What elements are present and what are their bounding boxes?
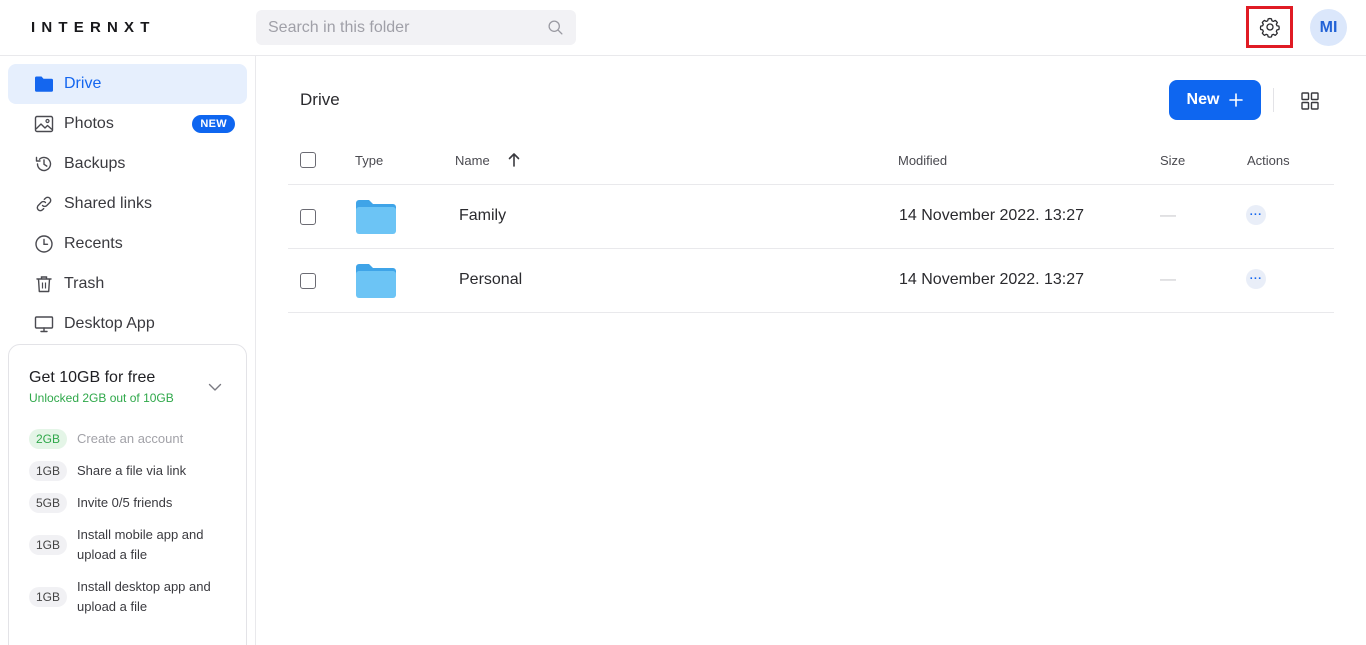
modified-date: 14 November 2022. 13:27 (899, 207, 1085, 224)
arrow-up-icon[interactable] (507, 152, 521, 168)
sidebar-item-label: Recents (64, 235, 123, 252)
settings-button[interactable] (1246, 6, 1293, 48)
task-size-badge: 1GB (29, 535, 68, 555)
sidebar-item-label: Photos (64, 115, 114, 132)
sidebar-item-backups[interactable]: Backups (8, 144, 247, 184)
table-row[interactable]: Personal 14 November 2022. 13:27 — ··· (288, 249, 1334, 313)
column-header-type[interactable]: Type (355, 153, 383, 168)
task-size-badge: 1GB (29, 587, 68, 607)
folder-icon (356, 200, 396, 234)
file-size: — (1160, 271, 1176, 288)
search-input[interactable] (268, 10, 538, 45)
storage-promo-card: Get 10GB for free Unlocked 2GB out of 10… (8, 344, 247, 645)
task-size-badge: 2GB (29, 429, 68, 449)
column-header-actions: Actions (1247, 153, 1290, 168)
sidebar-item-label: Desktop App (64, 315, 155, 332)
clock-icon (34, 234, 54, 254)
grid-view-icon[interactable] (1300, 91, 1320, 111)
breadcrumb[interactable]: Drive (300, 90, 340, 110)
sidebar-item-label: Drive (64, 75, 102, 92)
task-text: Install desktop app and upload a file (77, 579, 211, 614)
app-logo[interactable]: INTERNXT (31, 19, 156, 36)
search-bar[interactable] (256, 10, 576, 45)
main-content: Drive New Type Name Modified Size Action… (256, 56, 1366, 645)
modified-date: 14 November 2022. 13:27 (899, 271, 1085, 288)
sidebar-item-label: Backups (64, 155, 126, 172)
new-badge: NEW (192, 115, 235, 133)
history-icon (34, 154, 54, 174)
task-text: Invite 0/5 friends (77, 495, 173, 510)
top-header: INTERNXT MI (0, 0, 1366, 56)
trash-icon (34, 274, 54, 294)
select-all-checkbox[interactable] (300, 152, 316, 168)
task-text: Share a file via link (77, 463, 187, 478)
row-checkbox[interactable] (300, 273, 316, 289)
task-size-badge: 1GB (29, 461, 68, 481)
sidebar-item-drive[interactable]: Drive (8, 64, 247, 104)
new-button-label: New (1186, 91, 1220, 108)
sidebar: Drive Photos NEW Backups Shared links Re… (0, 56, 256, 645)
sidebar-item-label: Trash (64, 275, 105, 292)
new-button[interactable]: New (1169, 80, 1261, 120)
file-name[interactable]: Personal (459, 271, 522, 289)
column-header-size[interactable]: Size (1160, 153, 1185, 168)
task-text: Install mobile app and upload a file (77, 527, 204, 562)
table-row[interactable]: Family 14 November 2022. 13:27 — ··· (288, 185, 1334, 249)
sidebar-item-label: Shared links (64, 195, 153, 212)
file-size: — (1160, 207, 1176, 224)
sidebar-item-trash[interactable]: Trash (8, 264, 247, 304)
plus-icon (1229, 93, 1244, 107)
more-actions-button[interactable]: ··· (1246, 269, 1266, 289)
table-header: Type Name Modified Size Actions (288, 140, 1334, 185)
toolbar-divider (1273, 88, 1274, 112)
desktop-icon (34, 314, 54, 334)
image-icon (34, 114, 54, 134)
task-text: Create an account (77, 431, 184, 446)
more-actions-button[interactable]: ··· (1246, 205, 1266, 225)
column-header-modified[interactable]: Modified (898, 153, 947, 168)
folder-icon (34, 74, 54, 94)
file-name[interactable]: Family (459, 207, 506, 225)
folder-icon (356, 264, 396, 298)
row-checkbox[interactable] (300, 209, 316, 225)
search-icon[interactable] (547, 19, 564, 36)
sidebar-item-recents[interactable]: Recents (8, 224, 247, 264)
link-icon (34, 194, 54, 214)
user-avatar[interactable]: MI (1310, 9, 1347, 46)
task-size-badge: 5GB (29, 493, 68, 513)
chevron-down-icon[interactable] (207, 379, 223, 395)
sidebar-item-desktop-app[interactable]: Desktop App (8, 304, 247, 344)
gear-icon (1259, 17, 1280, 38)
promo-title: Get 10GB for free (29, 369, 156, 386)
promo-progress-text: Unlocked 2GB out of 10GB (29, 391, 174, 405)
sidebar-item-shared-links[interactable]: Shared links (8, 184, 247, 224)
sidebar-item-photos[interactable]: Photos NEW (8, 104, 247, 144)
column-header-name[interactable]: Name (455, 153, 490, 168)
